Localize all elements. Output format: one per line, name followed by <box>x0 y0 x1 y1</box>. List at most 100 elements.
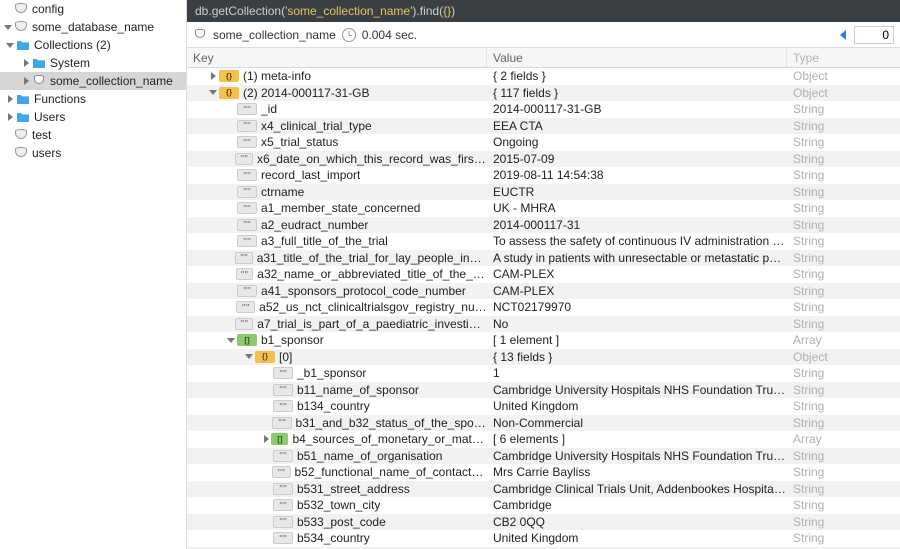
field-value: CB2 0QQ <box>487 515 787 529</box>
field-type: String <box>787 498 900 512</box>
database-icon <box>14 146 28 160</box>
tree-node-test[interactable]: test <box>0 126 186 144</box>
tree-node-label: config <box>32 2 64 16</box>
field-value: Cambridge University Hospitals NHS Found… <box>487 383 787 397</box>
field-value: Non-Commercial <box>487 416 787 430</box>
result-row[interactable]: ""x5_trial_statusOngoingString <box>187 134 900 151</box>
result-row[interactable]: ""_id2014-000117-31-GBString <box>187 101 900 118</box>
result-row[interactable]: ""a32_name_or_abbreviated_title_of_the_t… <box>187 266 900 283</box>
result-row[interactable]: ""b534_countryUnited KingdomString <box>187 530 900 547</box>
page-number-input[interactable] <box>854 26 894 44</box>
result-row[interactable]: ""b531_street_addressCambridge Clinical … <box>187 481 900 498</box>
twisty-icon[interactable] <box>4 95 16 103</box>
result-row[interactable]: ""a3_full_title_of_the_trialTo assess th… <box>187 233 900 250</box>
field-value: EEA CTA <box>487 119 787 133</box>
field-type: Array <box>787 432 900 446</box>
result-row[interactable]: ""b51_name_of_organisationCambridge Univ… <box>187 448 900 465</box>
tree-node-system[interactable]: System <box>0 54 186 72</box>
field-key: a7_trial_is_part_of_a_paediatric_investi… <box>257 317 487 331</box>
field-key: record_last_import <box>261 168 360 182</box>
tree-node-some-collection-name[interactable]: some_collection_name <box>0 72 186 90</box>
row-twisty[interactable] <box>225 338 237 343</box>
folder-icon <box>16 92 30 106</box>
query-db: db <box>195 4 208 18</box>
field-type: String <box>787 284 900 298</box>
result-row[interactable]: ""a1_member_state_concernedUK - MHRAStri… <box>187 200 900 217</box>
twisty-icon[interactable] <box>2 25 14 30</box>
tree-node-users[interactable]: Users <box>0 108 186 126</box>
array-type-icon: [] <box>271 433 288 445</box>
field-type: String <box>787 366 900 380</box>
twisty-icon[interactable] <box>20 77 32 85</box>
results-rows: {}(1) meta-info{ 2 fields }Object{}(2) 2… <box>187 68 900 549</box>
result-row[interactable]: ""x4_clinical_trial_typeEEA CTAString <box>187 118 900 135</box>
field-value: 2019-08-11 14:54:38 <box>487 168 787 182</box>
row-twisty[interactable] <box>243 354 255 359</box>
string-type-icon: "" <box>237 103 257 115</box>
field-type: String <box>787 201 900 215</box>
twisty-icon[interactable] <box>4 43 16 48</box>
result-row[interactable]: ""record_last_import2019-08-11 14:54:38S… <box>187 167 900 184</box>
tree-node-label: some_database_name <box>32 20 154 34</box>
tree-node-functions[interactable]: Functions <box>0 90 186 108</box>
result-row[interactable]: []b4_sources_of_monetary_or_material_s…[… <box>187 431 900 448</box>
row-twisty[interactable] <box>261 435 271 443</box>
collection-icon <box>193 28 207 42</box>
tree-node-some-database-name[interactable]: some_database_name <box>0 18 186 36</box>
tree-node-users[interactable]: users <box>0 144 186 162</box>
col-header-type[interactable]: Type <box>787 48 900 67</box>
result-row[interactable]: ""b134_countryUnited KingdomString <box>187 398 900 415</box>
result-row[interactable]: []b1_sponsor[ 1 element ]Array <box>187 332 900 349</box>
result-row[interactable]: ""a7_trial_is_part_of_a_paediatric_inves… <box>187 316 900 333</box>
twisty-icon[interactable] <box>20 59 32 67</box>
field-value: 2014-000117-31 <box>487 218 787 232</box>
result-row[interactable]: ""a31_title_of_the_trial_for_lay_people_… <box>187 250 900 267</box>
folder-icon <box>16 38 30 52</box>
result-row[interactable]: {}(1) meta-info{ 2 fields }Object <box>187 68 900 85</box>
field-type: String <box>787 251 900 265</box>
field-key: (1) meta-info <box>243 69 311 83</box>
query-bar[interactable]: db.getCollection('some_collection_name')… <box>187 0 900 22</box>
col-header-key[interactable]: Key <box>187 48 487 67</box>
tree-node-config[interactable]: config <box>0 0 186 18</box>
result-row[interactable]: ""b52_functional_name_of_contact_pointMr… <box>187 464 900 481</box>
result-row[interactable]: ""b11_name_of_sponsorCambridge Universit… <box>187 382 900 399</box>
field-value: Cambridge Clinical Trials Unit, Addenboo… <box>487 482 787 496</box>
result-row[interactable]: ""b533_post_codeCB2 0QQString <box>187 514 900 531</box>
field-value: NCT02179970 <box>487 300 787 314</box>
field-key: x6_date_on_which_this_record_was_first_e… <box>257 152 487 166</box>
result-row[interactable]: ""x6_date_on_which_this_record_was_first… <box>187 151 900 168</box>
database-tree-sidebar: config some_database_name Collections (2)S… <box>0 0 187 549</box>
field-value: [ 6 elements ] <box>487 432 787 446</box>
row-twisty[interactable] <box>207 72 219 80</box>
result-row[interactable]: ""ctrnameEUCTRString <box>187 184 900 201</box>
tree-node-collections-2-[interactable]: Collections (2) <box>0 36 186 54</box>
row-twisty[interactable] <box>207 90 219 95</box>
twisty-icon[interactable] <box>4 113 16 121</box>
result-row[interactable]: ""_b1_sponsor1String <box>187 365 900 382</box>
string-type-icon: "" <box>237 120 257 132</box>
result-row[interactable]: ""b31_and_b32_status_of_the_sponsorNon-C… <box>187 415 900 432</box>
result-row[interactable]: ""a41_sponsors_protocol_code_numberCAM-P… <box>187 283 900 300</box>
result-row[interactable]: ""a52_us_nct_clinicaltrialsgov_registry_… <box>187 299 900 316</box>
string-type-icon: "" <box>273 367 293 379</box>
string-type-icon: "" <box>237 219 257 231</box>
result-row[interactable]: ""b532_town_cityCambridgeString <box>187 497 900 514</box>
field-value: UK - MHRA <box>487 201 787 215</box>
field-key: _id <box>261 102 277 116</box>
field-type: Object <box>787 86 900 100</box>
field-type: String <box>787 465 900 479</box>
field-type: String <box>787 531 900 545</box>
field-key: a52_us_nct_clinicaltrialsgov_registry_nu… <box>259 300 487 314</box>
col-header-value[interactable]: Value <box>487 48 787 67</box>
result-row[interactable]: {}(2) 2014-000117-31-GB{ 117 fields }Obj… <box>187 85 900 102</box>
field-type: String <box>787 482 900 496</box>
result-row[interactable]: {}[0]{ 13 fields }Object <box>187 349 900 366</box>
result-row[interactable]: ""a2_eudract_number2014-000117-31String <box>187 217 900 234</box>
field-type: String <box>787 119 900 133</box>
database-icon <box>14 20 28 34</box>
prev-page-button[interactable] <box>840 30 846 40</box>
field-type: Array <box>787 333 900 347</box>
tab-label[interactable]: some_collection_name <box>213 28 336 42</box>
field-key: b1_sponsor <box>261 333 324 347</box>
